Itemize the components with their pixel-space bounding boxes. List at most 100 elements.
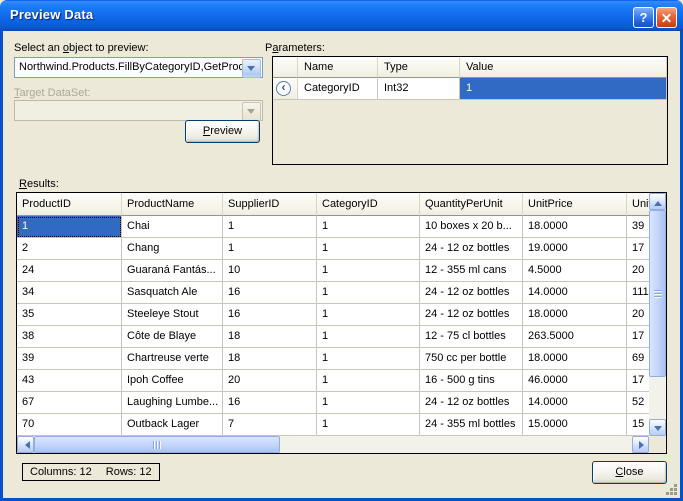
results-column-header[interactable]: CategoryID bbox=[317, 193, 420, 216]
parameters-column-header[interactable]: Type bbox=[378, 57, 460, 78]
results-column-header[interactable]: UnitsI bbox=[627, 193, 649, 216]
close-window-button[interactable] bbox=[656, 7, 677, 28]
results-cell[interactable]: 1 bbox=[317, 326, 420, 348]
results-cell[interactable]: 1 bbox=[317, 370, 420, 392]
results-cell[interactable]: 18 bbox=[223, 326, 317, 348]
results-cell[interactable]: 52 bbox=[627, 392, 649, 414]
results-cell[interactable]: 67 bbox=[17, 392, 122, 414]
results-cell[interactable]: 18.0000 bbox=[523, 304, 627, 326]
results-cell[interactable]: 16 bbox=[223, 304, 317, 326]
results-cell[interactable]: 111 bbox=[627, 282, 649, 304]
object-combobox[interactable]: Northwind.Products.FillByCategoryID,GetP… bbox=[14, 57, 263, 78]
param-value-cell[interactable]: 1 bbox=[460, 78, 667, 100]
vertical-scroll-thumb[interactable] bbox=[649, 210, 666, 377]
results-cell[interactable]: 24 - 12 oz bottles bbox=[420, 304, 523, 326]
parameters-column-header[interactable]: Value bbox=[460, 57, 667, 78]
results-cell[interactable]: Chai bbox=[122, 216, 223, 238]
results-cell[interactable]: 12 - 75 cl bottles bbox=[420, 326, 523, 348]
results-cell[interactable]: 15 bbox=[627, 414, 649, 436]
results-column-header[interactable]: SupplierID bbox=[223, 193, 317, 216]
results-cell[interactable]: 1 bbox=[317, 414, 420, 436]
parameters-column-header[interactable]: Name bbox=[298, 57, 378, 78]
results-cell[interactable]: 1 bbox=[317, 304, 420, 326]
results-cell[interactable]: 1 bbox=[317, 238, 420, 260]
preview-button[interactable]: Preview bbox=[185, 120, 260, 143]
results-cell[interactable]: 38 bbox=[17, 326, 122, 348]
results-cell[interactable]: 1 bbox=[317, 348, 420, 370]
results-cell[interactable]: 24 - 12 oz bottles bbox=[420, 392, 523, 414]
results-cell[interactable]: 69 bbox=[627, 348, 649, 370]
results-cell[interactable]: 14.0000 bbox=[523, 392, 627, 414]
results-cell[interactable]: 20 bbox=[223, 370, 317, 392]
results-column-header[interactable]: UnitPrice bbox=[523, 193, 627, 216]
results-cell[interactable]: 70 bbox=[17, 414, 122, 436]
results-cell[interactable]: Guaraná Fantás... bbox=[122, 260, 223, 282]
scroll-up-icon[interactable] bbox=[649, 193, 666, 210]
results-cell[interactable]: 1 bbox=[223, 216, 317, 238]
titlebar[interactable]: Preview Data ? bbox=[0, 0, 683, 31]
results-column-header[interactable]: ProductName bbox=[122, 193, 223, 216]
results-cell[interactable]: 39 bbox=[627, 216, 649, 238]
results-cell[interactable]: 16 bbox=[223, 282, 317, 304]
results-cell[interactable]: 2 bbox=[17, 238, 122, 260]
results-cell[interactable]: 12 - 355 ml cans bbox=[420, 260, 523, 282]
results-cell[interactable]: 34 bbox=[17, 282, 122, 304]
results-cell[interactable]: 18.0000 bbox=[523, 348, 627, 370]
results-column-header[interactable]: ProductID bbox=[17, 193, 122, 216]
scroll-down-icon[interactable] bbox=[649, 419, 666, 436]
results-cell[interactable]: 10 boxes x 20 b... bbox=[420, 216, 523, 238]
results-cell[interactable]: 15.0000 bbox=[523, 414, 627, 436]
results-cell[interactable]: 1 bbox=[317, 260, 420, 282]
close-button[interactable]: Close bbox=[592, 461, 667, 484]
results-cell[interactable]: 16 bbox=[223, 392, 317, 414]
results-cell[interactable]: 35 bbox=[17, 304, 122, 326]
results-cell[interactable]: 24 - 12 oz bottles bbox=[420, 282, 523, 304]
results-cell[interactable]: 1 bbox=[317, 216, 420, 238]
results-cell[interactable]: 19.0000 bbox=[523, 238, 627, 260]
results-cell[interactable]: 18 bbox=[223, 348, 317, 370]
results-cell[interactable]: 16 - 500 g tins bbox=[420, 370, 523, 392]
results-column-header[interactable]: QuantityPerUnit bbox=[420, 193, 523, 216]
resize-grip[interactable] bbox=[664, 482, 677, 495]
results-cell[interactable]: 39 bbox=[17, 348, 122, 370]
param-name-cell[interactable]: CategoryID bbox=[298, 78, 378, 100]
results-cell[interactable]: 10 bbox=[223, 260, 317, 282]
results-cell[interactable]: 14.0000 bbox=[523, 282, 627, 304]
results-cell[interactable]: 24 bbox=[17, 260, 122, 282]
results-cell[interactable]: Laughing Lumbe... bbox=[122, 392, 223, 414]
param-type-cell[interactable]: Int32 bbox=[378, 78, 460, 100]
results-cell[interactable]: 20 bbox=[627, 260, 649, 282]
results-cell[interactable]: Sasquatch Ale bbox=[122, 282, 223, 304]
results-cell[interactable]: Côte de Blaye bbox=[122, 326, 223, 348]
results-cell[interactable]: 46.0000 bbox=[523, 370, 627, 392]
results-cell[interactable]: 17 bbox=[627, 370, 649, 392]
results-cell[interactable]: 4.5000 bbox=[523, 260, 627, 282]
results-cell[interactable]: 1 bbox=[317, 282, 420, 304]
horizontal-scrollbar[interactable] bbox=[17, 436, 649, 453]
results-cell[interactable]: 18.0000 bbox=[523, 216, 627, 238]
results-cell[interactable]: Steeleye Stout bbox=[122, 304, 223, 326]
results-cell[interactable]: 7 bbox=[223, 414, 317, 436]
results-cell[interactable]: 263.5000 bbox=[523, 326, 627, 348]
results-cell[interactable]: 24 - 355 ml bottles bbox=[420, 414, 523, 436]
results-cell[interactable]: 1 bbox=[223, 238, 317, 260]
results-cell[interactable]: 43 bbox=[17, 370, 122, 392]
param-row-selector[interactable]: ‹ bbox=[273, 78, 298, 100]
help-button[interactable]: ? bbox=[633, 7, 654, 28]
horizontal-scroll-thumb[interactable] bbox=[34, 436, 280, 453]
scroll-right-icon[interactable] bbox=[632, 436, 649, 453]
results-cell[interactable]: 1 bbox=[317, 392, 420, 414]
results-cell[interactable]: 750 cc per bottle bbox=[420, 348, 523, 370]
results-cell[interactable]: 24 - 12 oz bottles bbox=[420, 238, 523, 260]
results-cell[interactable]: Outback Lager bbox=[122, 414, 223, 436]
chevron-down-icon[interactable] bbox=[242, 59, 261, 78]
results-cell[interactable]: 20 bbox=[627, 304, 649, 326]
vertical-scrollbar[interactable] bbox=[649, 193, 666, 436]
scroll-left-icon[interactable] bbox=[17, 436, 34, 453]
results-cell[interactable]: Chang bbox=[122, 238, 223, 260]
results-cell[interactable]: 17 bbox=[627, 326, 649, 348]
results-cell[interactable]: 17 bbox=[627, 238, 649, 260]
results-cell[interactable]: Chartreuse verte bbox=[122, 348, 223, 370]
results-cell[interactable]: 1 bbox=[17, 216, 122, 238]
results-cell[interactable]: Ipoh Coffee bbox=[122, 370, 223, 392]
